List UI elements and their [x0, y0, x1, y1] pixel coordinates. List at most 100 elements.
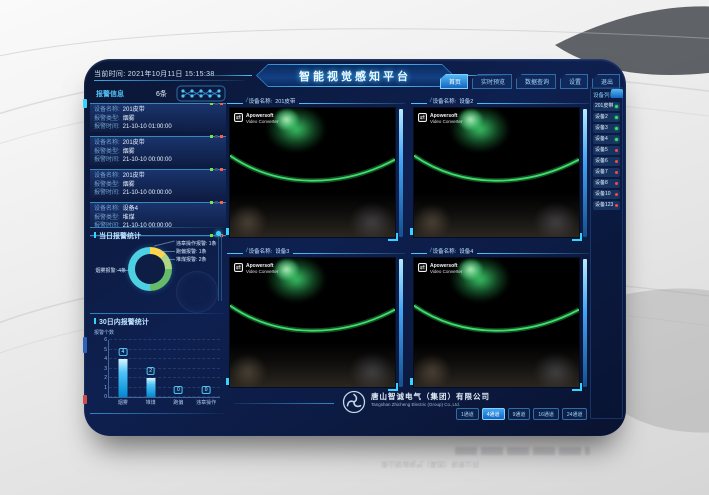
alarm-type-value: 烟雾	[123, 181, 135, 190]
alarm-card-list: 设备名称:201皮带 报警类型:烟雾 报警时间:21-10-10 01:00:0…	[90, 103, 226, 237]
alarm-status-leds	[210, 201, 223, 204]
device-list-item[interactable]: 设备123	[593, 201, 620, 210]
device-list-item[interactable]: 设备5	[593, 146, 620, 155]
video-scrollbar[interactable]	[583, 109, 587, 237]
device-name: 201皮带	[595, 103, 613, 109]
deco-line	[221, 235, 222, 301]
alarm-device-value: 201皮带	[123, 139, 145, 148]
device-list-item[interactable]: 设备10	[593, 190, 620, 199]
video-scrollbar[interactable]	[583, 259, 587, 387]
nav-settings-button[interactable]: 设置	[560, 74, 588, 89]
alarm-device-label: 设备名称:	[94, 106, 120, 115]
belt-curve	[414, 258, 579, 387]
video-scrollbar[interactable]	[399, 109, 403, 237]
channel-1-button[interactable]: 1通道	[456, 408, 479, 420]
edge-tab-cyan	[83, 99, 87, 108]
device-name: 设备6	[595, 158, 608, 164]
device-status-dot	[615, 193, 618, 196]
video-feed[interactable]: ⇄ Apowersoft Video Converter	[413, 257, 580, 388]
corner-accent	[226, 378, 229, 385]
channel-24-button[interactable]: 24通道	[562, 408, 588, 420]
bar	[118, 359, 127, 397]
page-title-frame: 智能视觉感知平台	[256, 64, 454, 87]
channel-4-button[interactable]: 4通道	[482, 408, 505, 420]
alarm-card[interactable]: 设备名称:201皮带 报警类型:烟雾 报警时间:21-10-10 01:00:0…	[90, 103, 226, 132]
watermark: ⇄ Apowersoft Video Converter	[418, 113, 462, 125]
alarm-status-leds	[210, 168, 223, 171]
footer-divider	[234, 403, 334, 404]
alarm-card[interactable]: 设备名称:201皮带 报警类型:烟雾 报警时间:21-10-10 00:00:0…	[90, 169, 226, 198]
video-name-label: 设备名称:	[433, 97, 457, 105]
video-feed[interactable]: ⇄ Apowersoft Video Converter	[229, 257, 396, 388]
device-name: 设备123	[595, 202, 613, 208]
video-panel-1[interactable]: / 设备名称:201皮带 ⇄ Apowersoft Video Converte…	[227, 95, 405, 241]
corner-bracket	[388, 383, 398, 391]
video-panel-3[interactable]: / 设备名称:设备3 ⇄ Apowersoft Video Converter	[227, 245, 405, 391]
device-list-item[interactable]: 设备2	[593, 113, 620, 122]
bar-group: 0违章操作	[192, 340, 220, 397]
belt-curve	[230, 258, 395, 387]
device-list-item[interactable]: 设备6	[593, 157, 620, 166]
alarm-type-label: 报警类型:	[94, 148, 120, 157]
alarm-time-label: 报警时间:	[94, 123, 120, 132]
alarm-device-label: 设备名称:	[94, 172, 120, 181]
converter-icon: ⇄	[234, 113, 243, 122]
footer-reflection: 唐山智诚电气（集团）有限公司	[280, 459, 580, 469]
video-feed[interactable]: ⇄ Apowersoft Video Converter	[229, 107, 396, 238]
header-divider	[94, 80, 244, 81]
alarm-time-label: 报警时间:	[94, 156, 120, 165]
device-status-dot	[615, 171, 618, 174]
channel-16-button[interactable]: 16通道	[533, 408, 559, 420]
company-name-en: Tangshan Zhicheng Electric (Group) Co.,L…	[371, 402, 460, 407]
video-name-value: 设备3	[275, 247, 289, 255]
corner-bracket	[572, 383, 582, 391]
nav-data-query-button[interactable]: 数据查询	[516, 74, 556, 89]
edge-tab-red	[83, 395, 87, 404]
corner-accent	[410, 378, 413, 385]
alarm-panel-title: 报警信息	[96, 89, 124, 99]
channel-9-button[interactable]: 9通道	[508, 408, 531, 420]
video-scrollbar[interactable]	[399, 259, 403, 387]
alarm-type-value: 烟雾	[123, 115, 135, 124]
device-status-dot	[615, 138, 618, 141]
donut-callout-line	[160, 251, 175, 252]
alarm-count-badge: 6条	[156, 89, 167, 99]
section-divider	[90, 227, 224, 228]
alarm-device-value: 201皮带	[123, 172, 145, 181]
watermark-line2: Video Converter	[246, 269, 278, 275]
donut-callout-line	[117, 270, 129, 271]
title-wing-left	[204, 75, 252, 76]
watermark-line2: Video Converter	[430, 119, 462, 125]
bar-value-badge: 2	[146, 367, 155, 375]
device-list-item[interactable]: 设备8	[593, 179, 620, 188]
watermark-line2: Video Converter	[246, 119, 278, 125]
company-name-cn: 唐山智诚电气（集团）有限公司	[371, 391, 490, 402]
y-axis-tick: 3	[100, 366, 107, 372]
nav-home-button[interactable]: 首页	[440, 74, 468, 89]
section-divider	[90, 313, 224, 314]
watermark: ⇄ Apowersoft Video Converter	[234, 263, 278, 275]
device-list-item[interactable]: 201皮带	[593, 102, 620, 111]
nav-live-preview-button[interactable]: 实时预览	[472, 74, 512, 89]
bar-category-label: 违章操作	[196, 399, 216, 406]
alarm-card[interactable]: 设备名称:201皮带 报警类型:烟雾 报警时间:21-10-10 00:00:0…	[90, 136, 226, 165]
device-list-item[interactable]: 设备3	[593, 124, 620, 133]
device-name: 设备7	[595, 169, 608, 175]
video-panel-header: / 设备名称:设备2	[411, 95, 589, 107]
device-list-item[interactable]: 设备7	[593, 168, 620, 177]
donut-label-0: 违章操作报警: 1条	[176, 240, 217, 247]
video-name-value: 设备4	[459, 247, 473, 255]
watermark-line2: Video Converter	[430, 269, 462, 275]
channel-layout-buttons: 1通道 4通道 9通道 16通道 24通道	[456, 408, 587, 420]
device-list-item[interactable]: 设备4	[593, 135, 620, 144]
converter-icon: ⇄	[418, 113, 427, 122]
video-feed[interactable]: ⇄ Apowersoft Video Converter	[413, 107, 580, 238]
device-name: 设备8	[595, 180, 608, 186]
video-panel-2[interactable]: / 设备名称:设备2 ⇄ Apowersoft Video Converter	[411, 95, 589, 241]
bar-value-badge: 4	[118, 348, 127, 356]
device-name: 设备10	[595, 191, 611, 197]
donut-callout-line	[164, 259, 175, 260]
alarm-type-value: 烟雾	[123, 148, 135, 157]
device-list-tab[interactable]	[611, 89, 623, 98]
video-panel-4[interactable]: / 设备名称:设备4 ⇄ Apowersoft Video Converter	[411, 245, 589, 391]
